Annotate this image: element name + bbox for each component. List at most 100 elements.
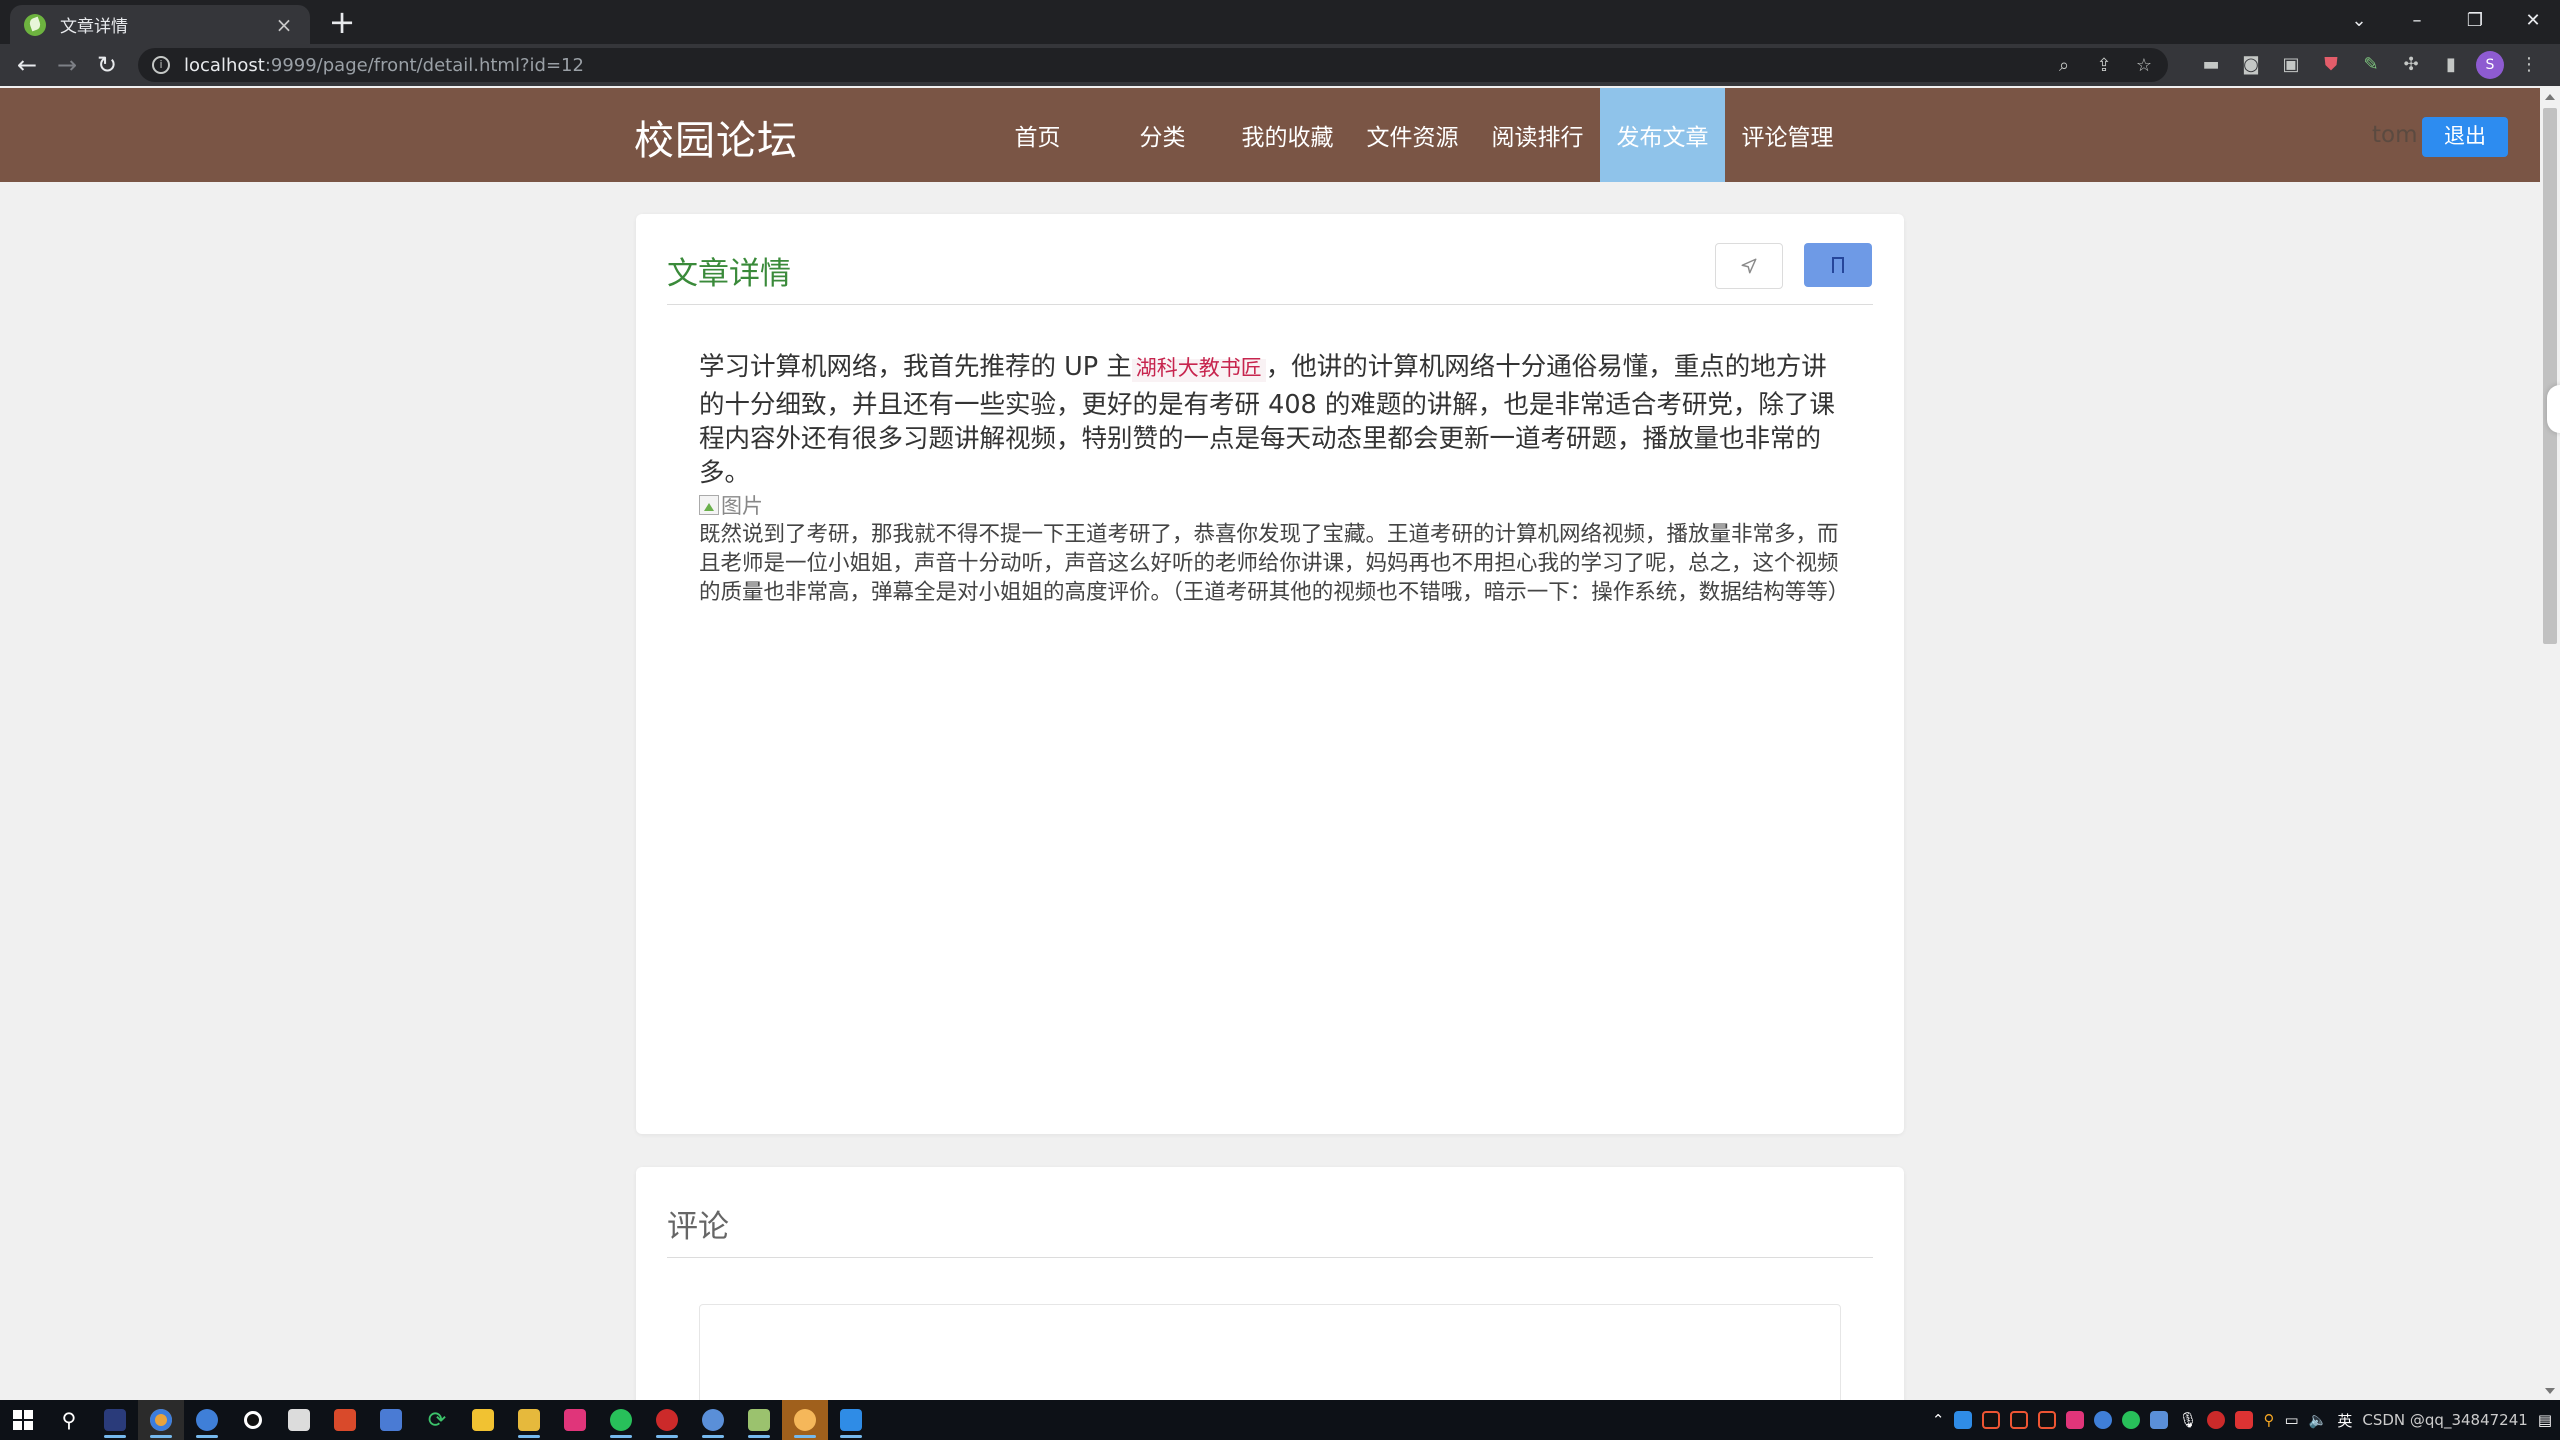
system-tray: ⌃ 🎙 ⚲ ▭ 🔈 英 CSDN @qq_34847241 ▤: [1932, 1400, 2552, 1440]
sync-app-icon[interactable]: ⟳: [414, 1400, 460, 1440]
tray-app-icon[interactable]: [1954, 1411, 1973, 1429]
browser-tab[interactable]: 文章详情 ×: [10, 5, 310, 44]
page-scrollbar[interactable]: [2540, 88, 2560, 1400]
recorder-app-icon[interactable]: [644, 1400, 690, 1440]
broken-image: 图片: [699, 490, 1844, 520]
display-icon[interactable]: ▭: [2284, 1411, 2298, 1429]
nav-reading-rank[interactable]: 阅读排行: [1475, 88, 1600, 182]
url-host: localhost: [184, 54, 265, 76]
reload-icon[interactable]: ↻: [90, 48, 124, 82]
windows-icon: [13, 1410, 33, 1430]
tray-qq-icon-2[interactable]: [2010, 1411, 2029, 1429]
editor-app-icon[interactable]: [828, 1400, 874, 1440]
camera-extension-icon[interactable]: ◙: [2236, 50, 2266, 80]
nav-home[interactable]: 首页: [975, 88, 1100, 182]
site-header: 校园论坛 首页 分类 我的收藏 文件资源 阅读排行 发布文章 评论管理 tom …: [0, 88, 2540, 182]
ime-language[interactable]: 英: [2337, 1410, 2352, 1431]
puzzle-icon[interactable]: ✣: [2396, 50, 2426, 80]
forward-icon[interactable]: →: [50, 48, 84, 82]
share-icon[interactable]: ⇪: [2090, 55, 2118, 76]
image-alt-text: 图片: [721, 494, 763, 518]
nav-category[interactable]: 分类: [1100, 88, 1225, 182]
orange-app-icon[interactable]: [782, 1400, 828, 1440]
start-button[interactable]: [0, 1400, 46, 1440]
menu-icon[interactable]: ⋮: [2514, 50, 2544, 80]
site-logo[interactable]: 校园论坛: [634, 108, 798, 166]
send-icon: [1741, 258, 1757, 274]
address-bar[interactable]: i localhost:9999/page/front/detail.html?…: [138, 48, 2168, 82]
tray-pink-icon[interactable]: [2066, 1411, 2085, 1429]
close-window-button[interactable]: ✕: [2504, 10, 2560, 31]
scroll-thumb[interactable]: [2543, 108, 2557, 644]
nav-comment-manage[interactable]: 评论管理: [1725, 88, 1850, 182]
shield-extension-icon[interactable]: ⛊: [2316, 50, 2346, 80]
spring-leaf-icon: [24, 13, 46, 36]
article-heading: 文章详情: [667, 256, 791, 292]
nav-publish[interactable]: 发布文章: [1600, 88, 1725, 182]
star-icon[interactable]: ☆: [2130, 55, 2158, 76]
article-paragraph-2: 既然说到了考研，那我就不得不提一下王道考研了，恭喜你发现了宝藏。王道考研的计算机…: [699, 522, 1850, 605]
image-extension-icon[interactable]: ▣: [2276, 50, 2306, 80]
article-card-header: 文章详情: [667, 214, 1873, 305]
restore-button[interactable]: ❐: [2446, 10, 2504, 31]
omnibox-actions: ⌕ ⇪ ☆: [2050, 48, 2158, 82]
pink-app-icon[interactable]: [552, 1400, 598, 1440]
logout-button[interactable]: 退出: [2422, 117, 2508, 157]
remote-app-icon[interactable]: [276, 1400, 322, 1440]
new-tab-button[interactable]: +: [324, 4, 360, 40]
search-icon[interactable]: ⚲: [46, 1400, 92, 1440]
tab-title: 文章详情: [60, 17, 128, 37]
article-card: 文章详情 学习计算机网络，我首先推荐的 UP 主湖科大教书匠 ，他讲的计算机网络十…: [636, 214, 1904, 1134]
nav-favorites[interactable]: 我的收藏: [1225, 88, 1350, 182]
chevron-up-icon[interactable]: ⌃: [1932, 1411, 1945, 1429]
back-icon[interactable]: ←: [10, 48, 44, 82]
folder-app-icon[interactable]: [506, 1400, 552, 1440]
tab-search-icon[interactable]: ⌄: [2330, 10, 2388, 31]
extensions-bar: ▬ ◙ ▣ ⛊ ✎ ✣ ▮ S ⋮: [2196, 50, 2544, 80]
comments-card: 评论: [636, 1167, 1904, 1424]
chrome-app-icon[interactable]: [138, 1400, 184, 1440]
info-icon[interactable]: i: [152, 56, 170, 74]
app-icon-circle-blue[interactable]: [184, 1400, 230, 1440]
scroll-up-icon[interactable]: [2545, 94, 2555, 100]
main-nav: 首页 分类 我的收藏 文件资源 阅读排行 发布文章 评论管理: [975, 88, 1850, 182]
tray-record-icon[interactable]: [2207, 1411, 2226, 1429]
scroll-down-icon[interactable]: [2545, 1388, 2555, 1394]
tray-search-icon[interactable]: ⚲: [2263, 1411, 2274, 1429]
sidepanel-icon[interactable]: ▮: [2436, 50, 2466, 80]
side-widget[interactable]: [2547, 385, 2560, 433]
volume-icon[interactable]: 🔈: [2309, 1411, 2328, 1429]
notification-icon[interactable]: ▤: [2538, 1411, 2552, 1429]
zoom-icon[interactable]: ⌕: [2050, 55, 2078, 76]
ide-app-icon[interactable]: [92, 1400, 138, 1440]
notepad-app-icon[interactable]: [736, 1400, 782, 1440]
comments-card-header: 评论: [667, 1167, 1873, 1258]
tray-wechat-icon[interactable]: [2122, 1411, 2141, 1429]
chat-extension-icon[interactable]: ▬: [2196, 50, 2226, 80]
network-app-icon[interactable]: [690, 1400, 736, 1440]
taskbar-apps: ⚲ ⟳: [0, 1400, 874, 1440]
design-app-icon[interactable]: [368, 1400, 414, 1440]
browser-toolbar: ← → ↻ i localhost:9999/page/front/detail…: [0, 44, 2560, 86]
tray-network-icon[interactable]: [2150, 1411, 2169, 1429]
mic-icon[interactable]: 🎙: [2178, 1411, 2197, 1429]
minimize-button[interactable]: –: [2388, 10, 2446, 31]
nav-files[interactable]: 文件资源: [1350, 88, 1475, 182]
eyedropper-extension-icon[interactable]: ✎: [2356, 50, 2386, 80]
tray-cloud-icon[interactable]: [2235, 1411, 2254, 1429]
wechat-app-icon[interactable]: [598, 1400, 644, 1440]
windows-taskbar: ⚲ ⟳ ⌃ 🎙 ⚲ ▭ 🔈 英 CSDN @qq_34847241 ▤: [0, 1400, 2560, 1440]
tray-qq-icon[interactable]: [1982, 1411, 2001, 1429]
office-app-icon[interactable]: [322, 1400, 368, 1440]
username: tom: [2372, 122, 2418, 148]
record-app-icon[interactable]: [230, 1400, 276, 1440]
tab-close-icon[interactable]: ×: [272, 13, 296, 37]
tray-blue-icon[interactable]: [2094, 1411, 2113, 1429]
para1-text-a: 学习计算机网络，我首先推荐的 UP 主: [699, 352, 1132, 382]
profile-avatar[interactable]: S: [2476, 51, 2504, 79]
tray-qq-icon-3[interactable]: [2038, 1411, 2057, 1429]
explorer-app-icon[interactable]: [460, 1400, 506, 1440]
favorite-button[interactable]: [1804, 243, 1872, 287]
url-path: :9999/page/front/detail.html?id=12: [264, 54, 584, 76]
share-button[interactable]: [1715, 243, 1783, 289]
